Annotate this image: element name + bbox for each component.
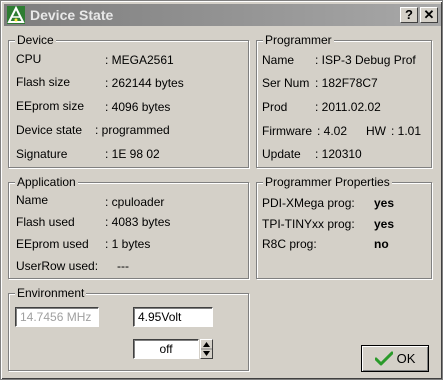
device-legend: Device [15, 33, 56, 47]
userrow-used-value: --- [117, 259, 129, 273]
spin-arrows-icon [201, 342, 212, 356]
programmer-properties-legend: Programmer Properties [263, 175, 392, 189]
window-title: Device State [30, 7, 114, 23]
prod-value: : 2011.02.02 [315, 100, 381, 114]
prog-name-value: : ISP-3 Debug Prof [315, 53, 416, 67]
app-logo-icon [7, 6, 25, 24]
app-name-value: : cpuloader [105, 195, 165, 209]
pdi-xmega-label: PDI-XMega prog: [262, 196, 355, 210]
application-group: Application Name : cpuloader Flash used … [8, 175, 249, 279]
programmer-legend: Programmer [263, 33, 334, 47]
device-state-label: Device state [16, 123, 83, 137]
power-spinner[interactable]: off [133, 339, 199, 359]
hw-value: : 1.01 [391, 124, 422, 138]
eeprom-used-value: : 1 bytes [105, 237, 151, 251]
programmer-properties-group: Programmer Properties PDI-XMega prog: ye… [256, 175, 432, 279]
ok-button[interactable]: OK [361, 345, 429, 372]
eeprom-used-label: EEprom used [16, 237, 89, 251]
firmware-value: : 4.02 [317, 124, 348, 138]
tpi-tiny-value: yes [374, 217, 395, 231]
prog-name-label: Name [262, 53, 295, 67]
eeprom-size-label: EEprom size [16, 99, 85, 113]
r8c-label: R8C prog: [262, 237, 317, 251]
r8c-value: no [374, 237, 389, 251]
application-legend: Application [15, 175, 78, 189]
pdi-xmega-value: yes [374, 196, 395, 210]
voltage-field[interactable]: 4.95Volt [133, 307, 213, 327]
cpu-value: : MEGA2561 [105, 53, 174, 67]
firmware-label: Firmware [262, 124, 312, 138]
device-group: Device CPU : MEGA2561 Flash size : 26214… [8, 33, 249, 168]
check-icon [374, 351, 393, 365]
hw-label: HW [366, 124, 386, 138]
title-bar: Device State ? ✕ [4, 4, 441, 26]
close-button[interactable]: ✕ [420, 7, 438, 23]
signature-label: Signature [16, 147, 68, 161]
prod-label: Prod [262, 100, 288, 114]
environment-legend: Environment [15, 286, 87, 300]
frequency-field: 14.7456 MHz [15, 307, 99, 327]
flash-size-value: : 262144 bytes [105, 76, 184, 90]
flash-size-label: Flash size [16, 75, 71, 89]
device-state-value: : programmed [95, 123, 170, 137]
programmer-group: Programmer Name : ISP-3 Debug Prof Ser N… [256, 33, 432, 168]
app-name-label: Name [16, 193, 49, 207]
update-label: Update [262, 147, 301, 161]
signature-value: : 1E 98 02 [105, 147, 160, 161]
ser-num-value: : 182F78C7 [315, 76, 378, 90]
tpi-tiny-label: TPI-TINYxx prog: [262, 217, 355, 231]
environment-group: Environment [8, 286, 249, 371]
userrow-used-label: UserRow used: [16, 259, 99, 273]
ok-button-label: OK [396, 351, 416, 366]
flash-used-label: Flash used [16, 215, 75, 229]
device-state-window: Device State ? ✕ Device CPU : MEGA2561 F… [0, 0, 443, 380]
update-value: : 120310 [315, 147, 362, 161]
eeprom-size-value: : 4096 bytes [105, 100, 171, 114]
ser-num-label: Ser Num [262, 76, 310, 90]
flash-used-value: : 4083 bytes [105, 215, 171, 229]
help-button[interactable]: ? [400, 7, 418, 23]
cpu-label: CPU [16, 52, 42, 66]
spinner-buttons[interactable] [200, 339, 213, 359]
